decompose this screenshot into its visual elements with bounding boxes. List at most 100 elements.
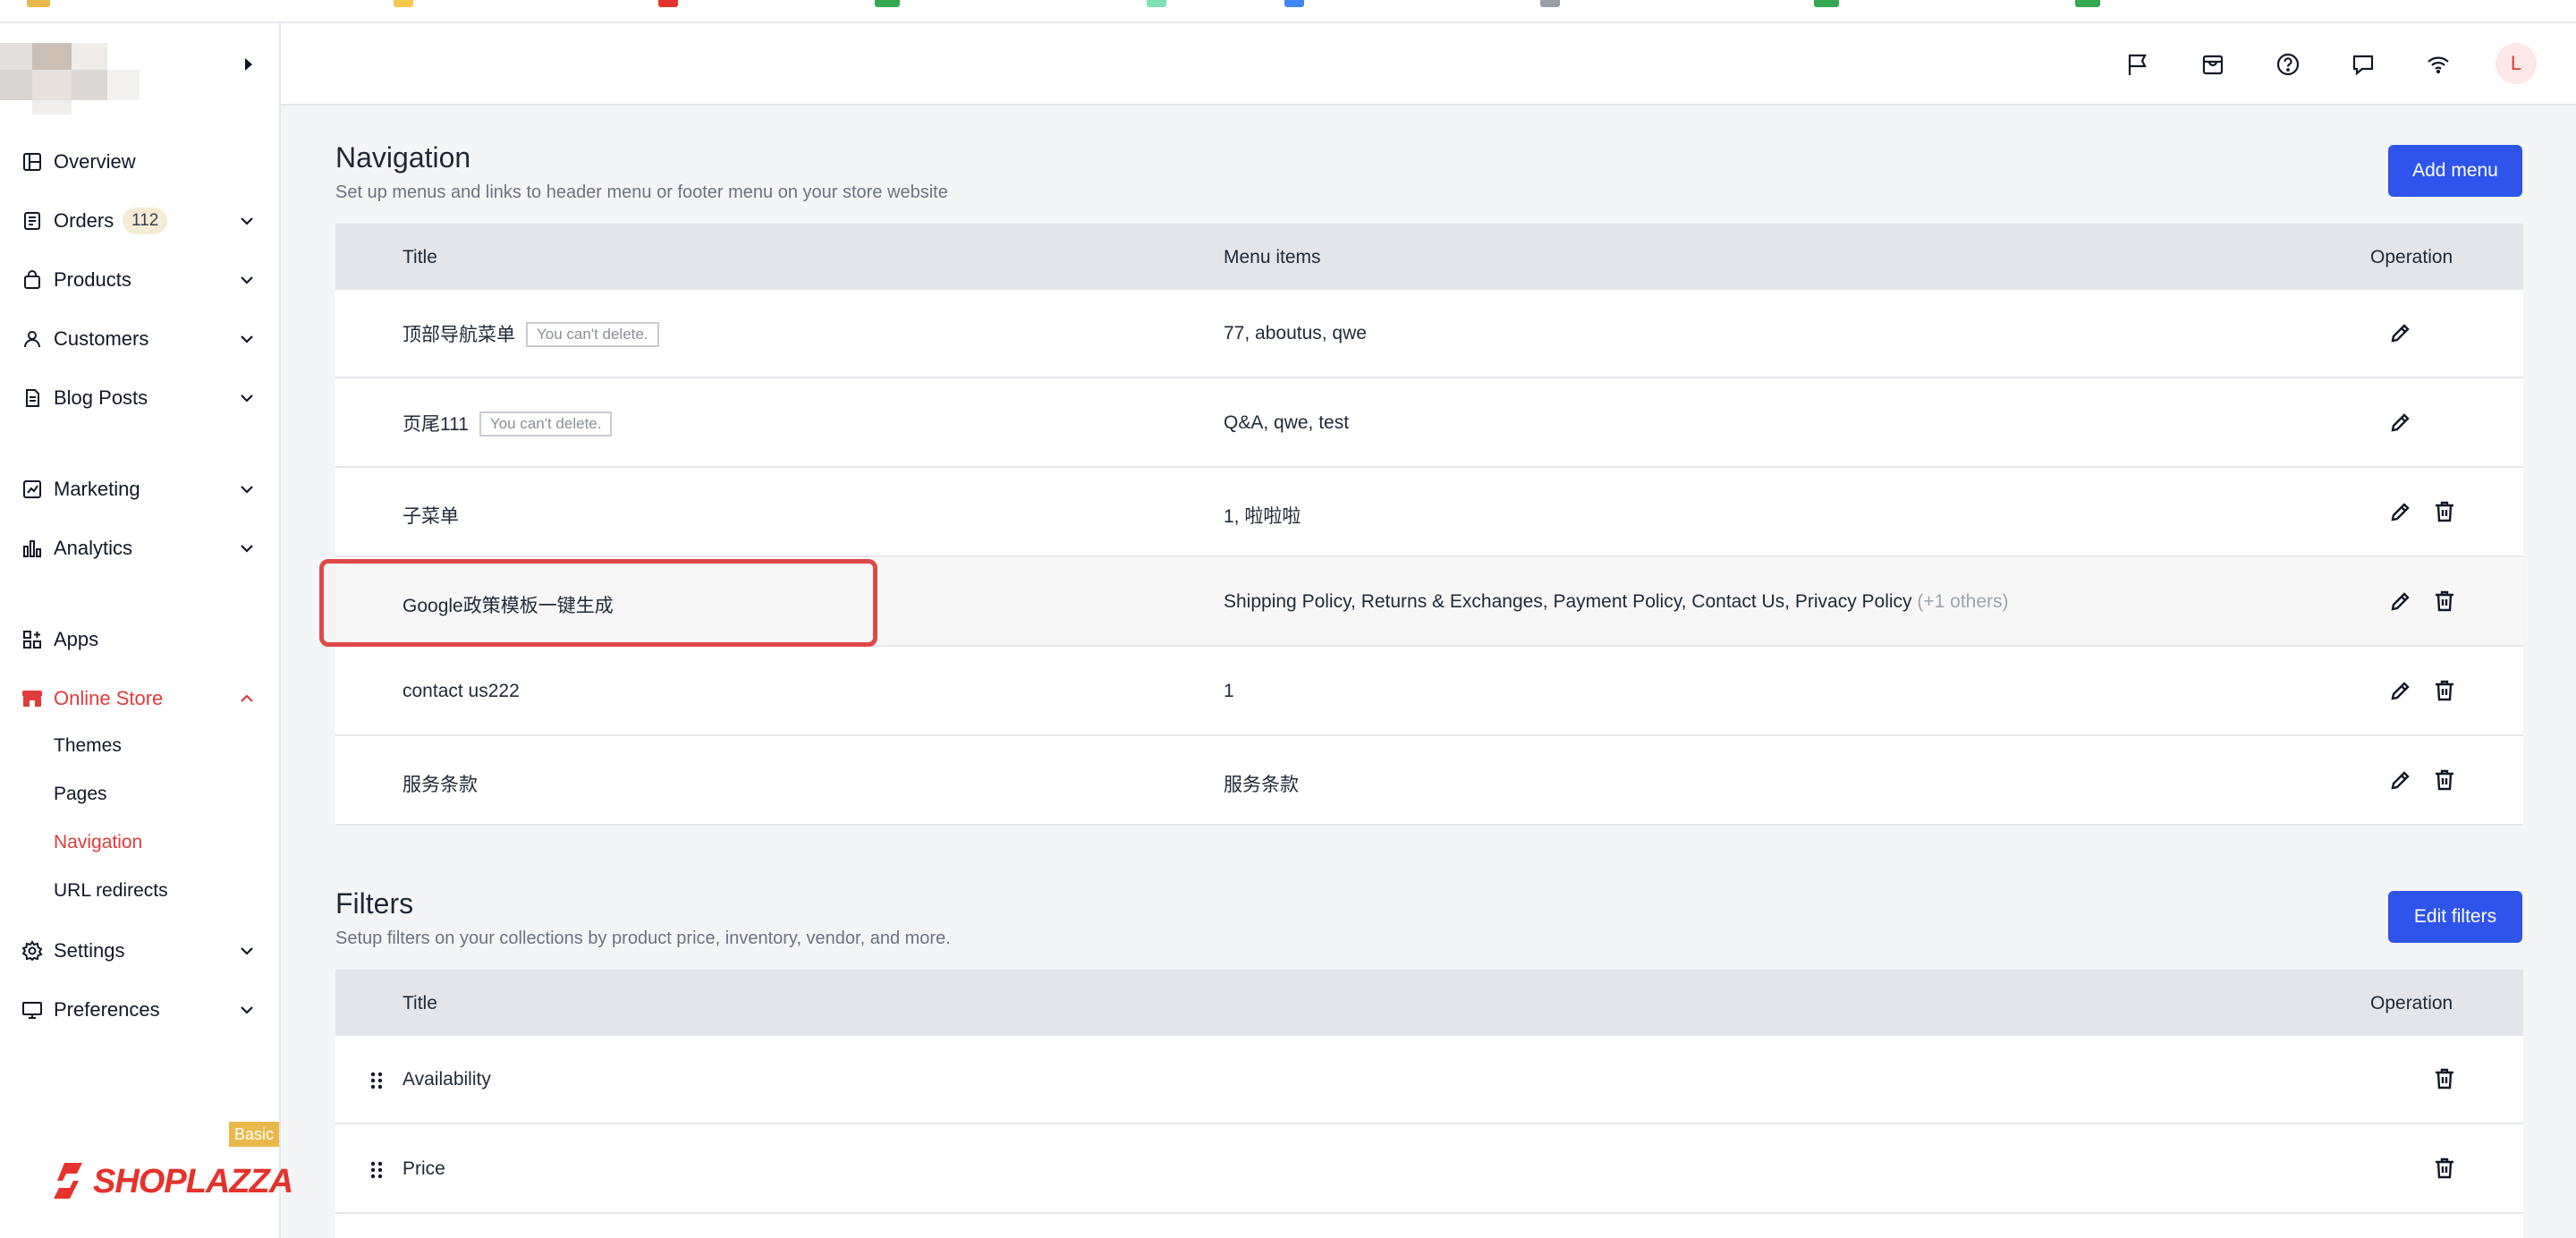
table-row[interactable]: 顶部导航菜单 You can't delete. 77, aboutus, qwe: [335, 290, 2523, 378]
sidebar-item-label: Blog Posts: [54, 386, 148, 409]
column-operation: Operation: [2370, 993, 2453, 1013]
avatar[interactable]: L: [2496, 43, 2537, 84]
filters-subtitle: Setup filters on your collections by pro…: [335, 928, 951, 948]
table-row[interactable]: 服务条款 服务条款: [335, 737, 2523, 826]
menu-title: contact us222: [402, 681, 520, 701]
menu-title: 服务条款: [402, 775, 478, 795]
chevron-down-icon[interactable]: [236, 269, 258, 291]
plan-badge: Basic: [229, 1122, 279, 1147]
table-row[interactable]: contact us222 1: [335, 648, 2523, 736]
menu-items: 77, aboutus, qwe: [1224, 323, 1367, 343]
chevron-down-icon[interactable]: [236, 999, 258, 1021]
store-icon[interactable]: [2193, 45, 2233, 84]
column-title: Title: [402, 247, 437, 267]
flag-icon[interactable]: [2118, 45, 2157, 84]
chevron-down-icon[interactable]: [236, 940, 258, 962]
chevron-down-icon[interactable]: [236, 210, 258, 232]
filter-title: Price: [402, 1158, 445, 1179]
menu-title: 页尾111 You can't delete.: [402, 410, 613, 437]
sidebar-subitem-pages[interactable]: Pages: [54, 784, 107, 805]
column-operation: Operation: [2370, 247, 2453, 267]
menu-items: 1, 啦啦啦: [1224, 506, 1301, 527]
edit-icon[interactable]: [2386, 497, 2415, 526]
trash-icon[interactable]: [2430, 1154, 2459, 1183]
bag-icon: [20, 267, 45, 293]
menu-items: Q&A, qwe, test: [1224, 412, 1350, 433]
menu-items: 服务条款: [1224, 775, 1299, 795]
sidebar-item-label: Apps: [54, 628, 99, 650]
table-header: Title Operation: [335, 970, 2523, 1036]
bar-chart-icon: [20, 536, 45, 561]
sidebar-subitem-url-redirects[interactable]: URL redirects: [54, 880, 168, 902]
filters-table: Title Operation Availability Price: [335, 970, 2523, 1238]
chevron-down-icon[interactable]: [236, 387, 258, 409]
menu-items: 1: [1224, 681, 1234, 701]
sidebar-item-customers[interactable]: Customers: [0, 310, 279, 369]
sidebar-item-products[interactable]: Products: [0, 250, 279, 310]
navigation-subtitle: Set up menus and links to header menu or…: [335, 182, 948, 202]
sidebar-item-marketing[interactable]: Marketing: [0, 460, 279, 519]
monitor-icon: [20, 997, 45, 1022]
trash-icon[interactable]: [2430, 587, 2459, 615]
filter-title: Availability: [402, 1069, 491, 1090]
orders-count-badge: 112: [123, 208, 168, 234]
trash-icon[interactable]: [2430, 766, 2459, 794]
sidebar-item-label: Preferences: [54, 998, 160, 1021]
user-icon: [20, 326, 45, 352]
sidebar-item-analytics[interactable]: Analytics: [0, 519, 279, 578]
trash-icon[interactable]: [2430, 497, 2459, 526]
document-icon: [20, 386, 45, 411]
sidebar-item-label: Online Store: [54, 687, 164, 709]
wifi-icon[interactable]: [2419, 45, 2458, 84]
sidebar-item-online-store[interactable]: Online Store: [0, 669, 279, 728]
sidebar-item-blog-posts[interactable]: Blog Posts: [0, 369, 279, 428]
table-row[interactable]: 子菜单 1, 啦啦啦: [335, 469, 2523, 557]
sidebar-item-label: Overview: [54, 150, 136, 173]
sidebar-item-preferences[interactable]: Preferences: [0, 980, 279, 1039]
sidebar-item-apps[interactable]: Apps: [0, 610, 279, 669]
menu-items: Shipping Policy, Returns & Exchanges, Pa…: [1224, 591, 2009, 612]
marketing-icon: [20, 477, 45, 502]
sidebar-item-settings[interactable]: Settings: [0, 921, 279, 980]
table-row[interactable]: Price: [335, 1125, 2523, 1214]
trash-icon[interactable]: [2430, 1064, 2459, 1093]
edit-filters-button[interactable]: Edit filters: [2388, 891, 2522, 943]
message-icon[interactable]: [2343, 45, 2383, 84]
cant-delete-tag: You can't delete.: [479, 411, 613, 437]
trash-icon[interactable]: [2430, 676, 2459, 705]
drag-handle-icon[interactable]: [366, 1157, 387, 1183]
column-title: Title: [402, 993, 437, 1013]
chevron-down-icon[interactable]: [236, 328, 258, 350]
drag-handle-icon[interactable]: [366, 1068, 387, 1093]
sidebar-item-orders[interactable]: Orders 112: [0, 191, 279, 250]
sidebar-item-label: Marketing: [54, 478, 140, 500]
store-logo[interactable]: [0, 34, 175, 114]
sidebar-subitem-navigation[interactable]: Navigation: [54, 832, 142, 853]
chevron-down-icon[interactable]: [236, 479, 258, 500]
store-icon: [20, 686, 45, 711]
edit-icon[interactable]: [2386, 587, 2415, 615]
edit-icon[interactable]: [2386, 766, 2415, 794]
chevron-up-icon[interactable]: [236, 688, 258, 709]
more-items-count: (+1 others): [1917, 591, 2009, 612]
brand-name: SHOPLAZZA: [93, 1163, 293, 1200]
edit-icon[interactable]: [2386, 676, 2415, 705]
gear-icon: [20, 938, 45, 963]
chevron-down-icon[interactable]: [236, 538, 258, 559]
table-row[interactable]: Availability: [335, 1036, 2523, 1124]
sidebar-subitem-themes[interactable]: Themes: [54, 735, 122, 757]
sidebar-item-overview[interactable]: Overview: [0, 132, 279, 191]
shoplazza-logo-icon: [54, 1163, 82, 1199]
help-icon[interactable]: [2268, 45, 2308, 84]
edit-icon[interactable]: [2386, 408, 2415, 437]
menu-title: 子菜单: [402, 506, 459, 527]
apps-icon: [20, 627, 45, 652]
caret-right-icon[interactable]: [242, 54, 256, 75]
column-menu-items: Menu items: [1224, 247, 1321, 267]
sidebar-item-label: Customers: [54, 327, 149, 350]
add-menu-button[interactable]: Add menu: [2388, 145, 2522, 197]
table-row[interactable]: 页尾111 You can't delete. Q&A, qwe, test: [335, 379, 2523, 468]
edit-icon[interactable]: [2386, 318, 2415, 347]
menu-title: 顶部导航菜单 You can't delete.: [402, 320, 659, 347]
sidebar-item-label: Settings: [54, 939, 125, 962]
